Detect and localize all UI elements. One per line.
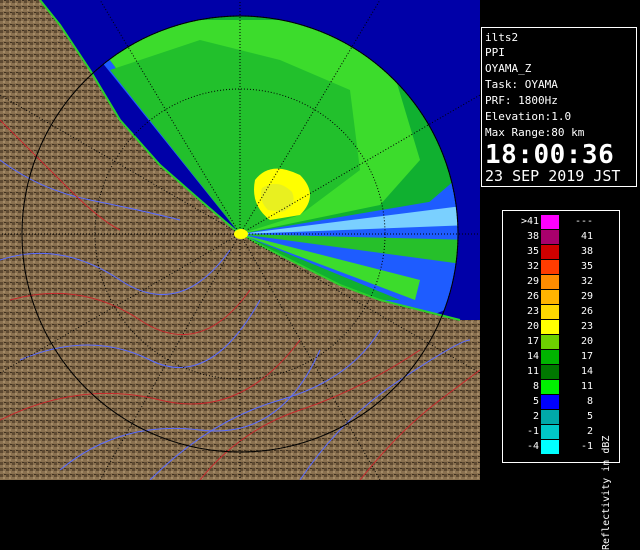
legend-high-value: 11 — [580, 381, 593, 392]
legend-low-value: 17 — [526, 336, 539, 347]
legend-low-value: 8 — [532, 381, 539, 392]
legend-low-value: 29 — [526, 276, 539, 287]
legend-color-swatch — [541, 440, 559, 454]
legend-low-value: 5 — [532, 396, 539, 407]
legend-low-value: 26 — [526, 291, 539, 302]
legend-color-swatch — [541, 215, 559, 229]
legend-color-swatch — [541, 425, 559, 439]
radar-id: OYAMA_Z — [485, 62, 532, 75]
legend-low-value: 35 — [526, 246, 539, 257]
legend-high-value: 23 — [580, 321, 593, 332]
legend-high-value: 38 — [580, 246, 593, 257]
legend-high-value: 17 — [580, 351, 593, 362]
legend-high-value: 20 — [580, 336, 593, 347]
legend-high-value: 14 — [580, 366, 593, 377]
elevation-label: Elevation:1.0 — [485, 110, 572, 123]
legend-low-value: 2 — [532, 411, 539, 422]
legend-high-value: 29 — [580, 291, 593, 302]
legend-high-value: 41 — [580, 231, 593, 242]
legend-color-swatch — [541, 320, 559, 334]
legend-color-swatch — [541, 275, 559, 289]
legend-title-text: Reflectivity in dBZ — [601, 435, 612, 550]
legend-color-swatch — [541, 290, 559, 304]
radar-info-panel: ilts2 PPI OYAMA_Z Task: OYAMA PRF: 1800H… — [481, 27, 637, 187]
legend-color-swatch — [541, 395, 559, 409]
legend-color-swatch — [541, 230, 559, 244]
scan-type: PPI — [485, 46, 505, 59]
legend-low-value: 20 — [526, 321, 539, 332]
radar-site-marker — [234, 229, 248, 239]
radar-map[interactable] — [0, 0, 480, 480]
legend-high-value: -1 — [580, 441, 593, 452]
legend-low-value: 11 — [526, 366, 539, 377]
legend-color-swatch — [541, 410, 559, 424]
prf-label: PRF: 1800Hz — [485, 94, 558, 107]
legend-low-value: -1 — [526, 426, 539, 437]
legend-low-value: -4 — [526, 441, 539, 452]
legend-color-swatch — [541, 245, 559, 259]
legend-high-value: 26 — [580, 306, 593, 317]
legend-high-value: 35 — [580, 261, 593, 272]
dbz-legend: >41 --- 38 41 35 38 32 35 29 32 26 29 23 26 20 23 17 20 14… — [502, 210, 620, 550]
task-label: Task: OYAMA — [485, 78, 558, 91]
legend-color-swatch — [541, 305, 559, 319]
legend-color-swatch — [541, 365, 559, 379]
legend-high-value: 8 — [586, 396, 593, 407]
legend-high-value: 2 — [586, 426, 593, 437]
legend-color-swatch — [541, 350, 559, 364]
time-display: 18:00:36 — [485, 140, 615, 170]
legend-low-value: >41 — [520, 216, 539, 227]
product-name: ilts2 — [485, 31, 519, 44]
date-display: 23 SEP 2019 JST — [485, 167, 621, 185]
legend-color-swatch — [541, 260, 559, 274]
legend-low-value: 38 — [526, 231, 539, 242]
legend-low-value: 32 — [526, 261, 539, 272]
legend-title: Reflectivity in dBZ — [599, 436, 613, 550]
legend-low-value: 23 — [526, 306, 539, 317]
legend-color-swatch — [541, 335, 559, 349]
legend-high-value: 32 — [580, 276, 593, 287]
legend-high-value: --- — [574, 216, 593, 227]
legend-high-value: 5 — [586, 411, 593, 422]
legend-color-swatch — [541, 380, 559, 394]
legend-low-value: 14 — [526, 351, 539, 362]
max-range-label: Max Range:80 km — [485, 126, 585, 139]
